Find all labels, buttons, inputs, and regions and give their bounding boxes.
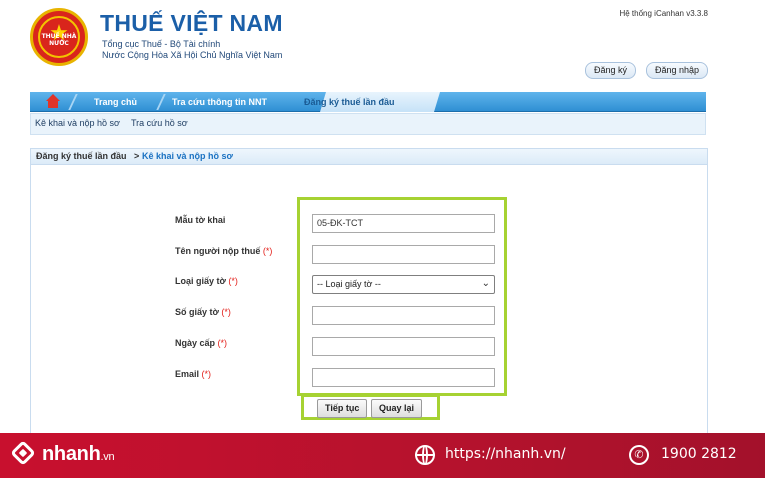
back-button[interactable]: Quay lại: [371, 399, 423, 418]
nav-item-first-registration[interactable]: Đăng ký thuế lần đầu: [304, 92, 395, 112]
document-type-select[interactable]: -- Loại giấy tờ -- ⌄: [312, 275, 495, 294]
form-label: Số giấy tờ (*): [175, 307, 231, 317]
breadcrumb: Đăng ký thuế lần đầu > Kê khai và nộp hồ…: [31, 149, 707, 165]
globe-icon: [415, 445, 435, 465]
page: ★ THUẾ NHÀ NƯỚC THUẾ VIỆT NAM Tổng cục T…: [0, 0, 765, 478]
breadcrumb-separator: >: [134, 151, 140, 161]
nav-item-taxpayer-lookup[interactable]: Tra cứu thông tin NNT: [172, 92, 267, 112]
register-button[interactable]: Đăng ký: [585, 62, 637, 79]
banner-phone[interactable]: 1900 2812: [661, 446, 737, 462]
form-label: Tên người nộp thuế (*): [175, 246, 273, 256]
site-subtitle-country: Nước Cộng Hòa Xã Hội Chủ Nghĩa Việt Nam: [102, 50, 283, 60]
subnav-item-lookup-dossier[interactable]: Tra cứu hồ sơ: [131, 118, 188, 128]
issue-date-input[interactable]: [312, 337, 495, 356]
login-button[interactable]: Đăng nhập: [646, 62, 709, 79]
nav-item-home[interactable]: Trang chủ: [94, 92, 137, 112]
main-nav: Trang chủ Tra cứu thông tin NNT Đăng ký …: [30, 92, 706, 112]
required-mark: (*): [228, 276, 238, 286]
emblem-caption: THUẾ NHÀ NƯỚC: [41, 33, 77, 47]
breadcrumb-parent[interactable]: Đăng ký thuế lần đầu: [36, 151, 127, 161]
national-emblem-logo: ★ THUẾ NHÀ NƯỚC: [30, 8, 88, 66]
nav-separator: [158, 92, 166, 112]
form-label: Loại giấy tờ (*): [175, 276, 238, 286]
nhanh-logo: nhanh.vn: [42, 443, 115, 465]
subnav-item-declare-submit[interactable]: Kê khai và nộp hồ sơ: [35, 118, 120, 128]
required-mark: (*): [201, 369, 212, 379]
form-label: Ngày cấp (*): [175, 338, 228, 348]
required-mark: (*): [217, 338, 228, 348]
home-icon[interactable]: [44, 94, 66, 110]
required-mark: (*): [262, 246, 273, 256]
chevron-down-icon: ⌄: [481, 278, 490, 289]
nav-separator: [70, 92, 78, 112]
content-panel: Đăng ký thuế lần đầu > Kê khai và nộp hồ…: [30, 148, 708, 438]
form-label: Mẫu tờ khai: [175, 215, 226, 225]
nhanh-logo-icon: [10, 440, 36, 468]
document-type-selected: -- Loại giấy tờ --: [317, 279, 381, 289]
sub-nav: Kê khai và nộp hồ sơ Tra cứu hồ sơ: [30, 113, 706, 135]
form-label: Email (*): [175, 369, 212, 379]
site-subtitle-ministry: Tổng cục Thuế - Bộ Tài chính: [102, 39, 221, 49]
header: ★ THUẾ NHÀ NƯỚC THUẾ VIỆT NAM Tổng cục T…: [0, 0, 765, 90]
taxpayer-name-input[interactable]: [312, 245, 495, 264]
required-mark: (*): [221, 307, 231, 317]
form-template-field[interactable]: 05-ĐK-TCT: [312, 214, 495, 233]
email-input[interactable]: [312, 368, 495, 387]
document-number-input[interactable]: [312, 306, 495, 325]
breadcrumb-current: Kê khai và nộp hồ sơ: [142, 151, 233, 161]
footer-banner: nhanh.vn https://nhanh.vn/ ✆ 1900 2812: [0, 433, 765, 478]
continue-button[interactable]: Tiếp tục: [317, 399, 368, 418]
phone-icon: ✆: [629, 445, 649, 465]
banner-url[interactable]: https://nhanh.vn/: [445, 446, 566, 462]
system-version: Hệ thống iCanhan v3.3.8: [619, 9, 708, 18]
site-title: THUẾ VIỆT NAM: [100, 10, 283, 36]
